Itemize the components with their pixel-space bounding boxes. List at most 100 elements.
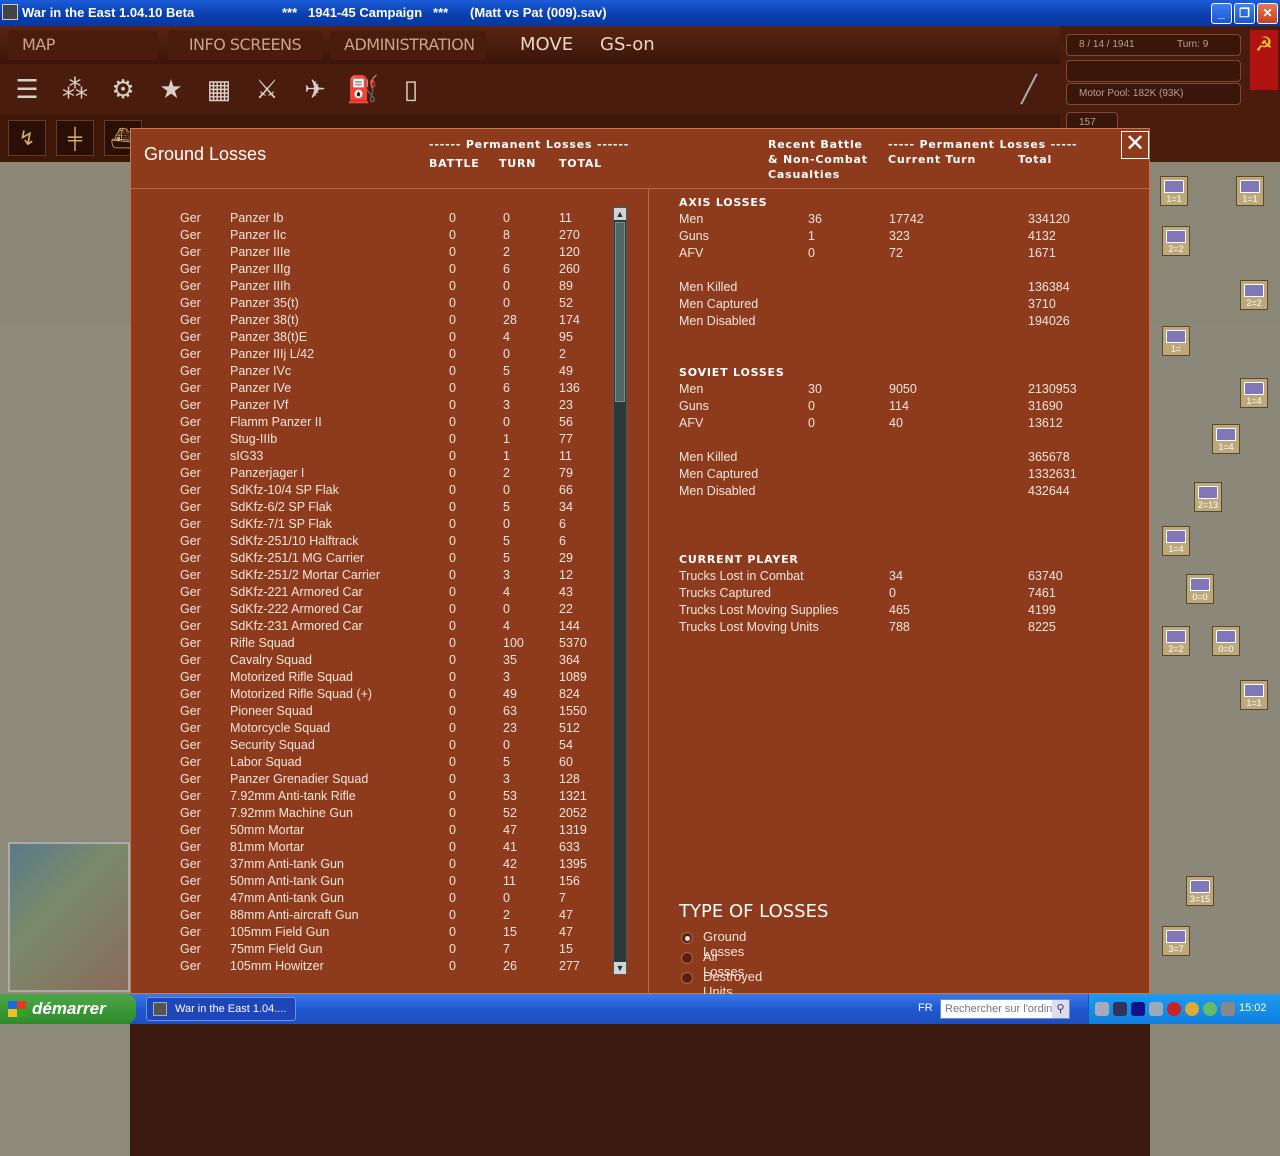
tray-icon[interactable] [1149, 1002, 1163, 1016]
map-unit[interactable]: 3=7 [1162, 926, 1190, 956]
row-nationality: Ger [180, 415, 201, 429]
row-battle: 0 [449, 704, 456, 718]
row-turn: 8 [503, 228, 510, 242]
scroll-up-icon[interactable]: ▲ [614, 208, 626, 220]
row-battle: 0 [449, 942, 456, 956]
map-unit[interactable]: 1=1 [1160, 176, 1188, 206]
row-nationality: Ger [180, 891, 201, 905]
scrollbar[interactable]: ▲ ▼ [613, 207, 627, 975]
tray-icon[interactable] [1185, 1002, 1199, 1016]
radio-button-icon[interactable] [681, 952, 693, 964]
row-equipment: Panzer Ib [230, 211, 284, 225]
desktop-search-input[interactable]: Rechercher sur l'ordin [940, 999, 1070, 1019]
taskbar-item-war-in-the-east[interactable]: War in the East 1.04.... [146, 997, 296, 1021]
close-icon[interactable]: ✕ [1121, 131, 1149, 159]
losses-cell: Men Disabled [679, 314, 756, 328]
gs-toggle[interactable]: GS-on [600, 30, 655, 60]
start-button[interactable]: démarrer [0, 994, 136, 1024]
map-unit[interactable]: 1=4 [1240, 378, 1268, 408]
language-indicator[interactable]: FR [918, 1002, 933, 1014]
rail-icon[interactable]: ╪ [56, 120, 94, 156]
table-row: Ger 47mm Anti-tank Gun 0 0 7 [131, 891, 631, 908]
fuel-pump-icon[interactable]: ⛽ [344, 70, 382, 108]
row-turn: 53 [503, 789, 517, 803]
scroll-thumb[interactable] [615, 222, 625, 402]
units-icon[interactable]: ⁂ [56, 70, 94, 108]
tab-info-screens[interactable]: INFO SCREENS [168, 30, 322, 60]
map-unit[interactable]: 2=2 [1162, 626, 1190, 656]
row-battle: 0 [449, 228, 456, 242]
scroll-down-icon[interactable]: ▼ [614, 962, 626, 974]
tray-icon[interactable] [1095, 1002, 1109, 1016]
row-total: 60 [559, 755, 573, 769]
row-equipment: Panzer IIc [230, 228, 287, 242]
map-unit[interactable]: 2=2 [1162, 226, 1190, 256]
table-row: Ger Panzer IVe 0 6 136 [131, 381, 631, 398]
row-total: 12 [559, 568, 573, 582]
map-unit[interactable]: 1=4 [1162, 526, 1190, 556]
table-row: Ger SdKfz-222 Armored Car 0 0 22 [131, 602, 631, 619]
gear-icon[interactable]: ⚙ [104, 70, 142, 108]
table-row: Ger 81mm Mortar 0 41 633 [131, 840, 631, 857]
map-unit[interactable]: 2=2 [1240, 280, 1268, 310]
map-unit[interactable]: 1=4 [1212, 424, 1240, 454]
row-nationality: Ger [180, 449, 201, 463]
tray-icon[interactable] [1221, 1002, 1235, 1016]
restore-button[interactable]: ❐ [1234, 3, 1255, 24]
star-icon[interactable]: ★ [152, 70, 190, 108]
movement-path-icon[interactable]: ↯ [8, 120, 46, 156]
tab-map-information[interactable]: MAP INFORMATION [8, 30, 158, 84]
window-title-bar: War in the East 1.04.10 Beta *** 1941-45… [0, 0, 1280, 26]
pencil-icon[interactable]: ╱ [1010, 70, 1048, 108]
losses-cell: 788 [889, 620, 910, 634]
radio-button-icon[interactable] [681, 972, 693, 984]
radio-button-icon[interactable] [681, 932, 693, 944]
close-window-button[interactable]: ✕ [1257, 3, 1278, 24]
tray-icon[interactable] [1131, 1002, 1145, 1016]
row-equipment: SdKfz-231 Armored Car [230, 619, 363, 633]
losses-cell: Men Disabled [679, 484, 756, 498]
tab-administration[interactable]: ADMINISTRATION [330, 30, 486, 60]
row-equipment: 7.92mm Machine Gun [230, 806, 353, 820]
panel-header: Ground Losses ------ Permanent Losses --… [131, 129, 1149, 189]
minimize-button[interactable]: _ [1211, 3, 1232, 24]
row-total: 1550 [559, 704, 587, 718]
tray-icon[interactable] [1167, 1002, 1181, 1016]
row-battle: 0 [449, 211, 456, 225]
map-unit[interactable]: 1= [1162, 326, 1190, 356]
row-turn: 5 [503, 755, 510, 769]
map-unit[interactable]: 0=0 [1212, 626, 1240, 656]
map-unit[interactable]: 2=13 [1194, 482, 1222, 512]
tray-icon[interactable] [1203, 1002, 1217, 1016]
bin-icon[interactable]: ▯ [392, 70, 430, 108]
map-unit[interactable]: 1=1 [1236, 176, 1264, 206]
row-equipment: Panzer 38(t) [230, 313, 299, 327]
grid-map-icon[interactable]: ▦ [200, 70, 238, 108]
tray-icon[interactable] [1113, 1002, 1127, 1016]
aircraft-icon[interactable]: ✈ [296, 70, 334, 108]
clock: 15:02 [1239, 1002, 1267, 1014]
table-row: Ger SdKfz-10/4 SP Flak 0 0 66 [131, 483, 631, 500]
stack-icon[interactable]: ☰ [8, 70, 46, 108]
row-battle: 0 [449, 772, 456, 786]
row-turn: 4 [503, 330, 510, 344]
losses-cell: Men Captured [679, 467, 759, 481]
taskbar-item-label: War in the East 1.04.... [175, 1003, 287, 1015]
losses-detail-row: Men Captured 3710 [679, 297, 1139, 314]
row-equipment: Panzer IVf [230, 398, 289, 412]
row-battle: 0 [449, 262, 456, 276]
row-nationality: Ger [180, 755, 201, 769]
row-nationality: Ger [180, 636, 201, 650]
row-battle: 0 [449, 585, 456, 599]
table-row: Ger Security Squad 0 0 54 [131, 738, 631, 755]
row-battle: 0 [449, 551, 456, 565]
search-icon[interactable]: ⚲ [1052, 1000, 1069, 1018]
map-unit[interactable]: 3=15 [1186, 876, 1214, 906]
swords-icon[interactable]: ⚔ [248, 70, 286, 108]
row-equipment: Stug-IIIb [230, 432, 278, 446]
row-turn: 7 [503, 942, 510, 956]
minimap[interactable] [8, 842, 130, 992]
map-unit[interactable]: 0=0 [1186, 574, 1214, 604]
map-left-area[interactable] [0, 324, 130, 1156]
map-unit[interactable]: 1=1 [1240, 680, 1268, 710]
